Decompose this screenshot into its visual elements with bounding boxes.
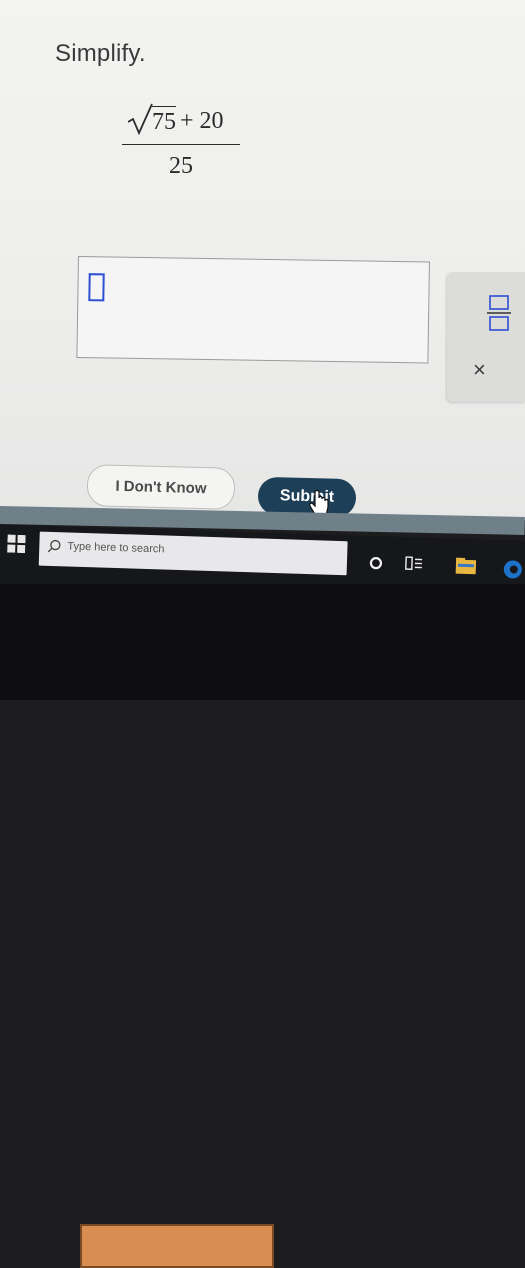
math-expression: 75 + 20 25	[122, 102, 240, 180]
fraction-bar	[122, 144, 240, 145]
answer-input[interactable]	[76, 256, 430, 364]
search-icon	[47, 539, 61, 553]
taskbar-search-box[interactable]: Type here to search	[39, 532, 348, 576]
laptop-bezel	[0, 584, 525, 700]
plus-term: + 20	[180, 108, 224, 135]
close-icon[interactable]: ×	[473, 360, 486, 380]
fraction-denominator: 25	[122, 153, 240, 180]
input-placeholder-box[interactable]	[88, 273, 104, 301]
file-explorer-icon[interactable]	[455, 557, 478, 576]
radicand: 75	[152, 106, 176, 136]
problem-instruction: Simplify.	[55, 40, 146, 68]
windows-start-icon[interactable]	[7, 535, 26, 554]
fraction-template-icon[interactable]	[487, 294, 511, 332]
square-root-icon	[128, 102, 154, 136]
bezel-sticker	[80, 1224, 274, 1268]
browser-screen: Simplify. 75 + 20 25 × I Don't Know Subm…	[0, 0, 525, 520]
task-view-icon[interactable]	[405, 555, 423, 572]
search-placeholder: Type here to search	[67, 540, 165, 555]
edge-browser-icon[interactable]	[502, 558, 523, 581]
cortana-icon[interactable]	[369, 556, 383, 570]
fraction-numerator: 75 + 20	[122, 102, 240, 142]
math-palette: ×	[447, 272, 525, 402]
dont-know-button[interactable]: I Don't Know	[86, 464, 235, 510]
